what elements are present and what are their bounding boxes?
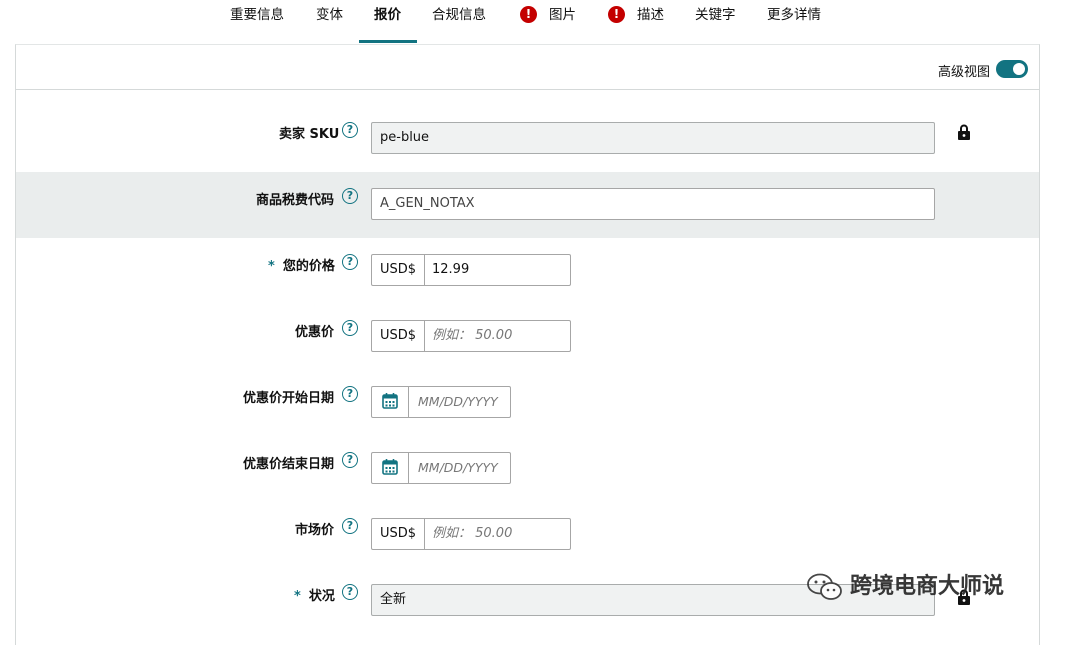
help-icon[interactable]: ? [342, 452, 358, 468]
sale-start-date-label: 优惠价开始日期 [243, 391, 335, 406]
list-price-label: 市场价 [295, 523, 335, 538]
your-price-field[interactable]: USD$ 12.99 [371, 254, 571, 286]
sale-price-label: 优惠价 [295, 325, 335, 340]
advanced-view-label: 高级视图 [938, 65, 991, 80]
offer-form-panel: 高级视图 卖家 SKU ? pe-blue 商品税费代码 ? A_GEN_NOT… [15, 44, 1040, 645]
tab-variations[interactable]: 变体 [316, 0, 343, 44]
lock-icon [958, 124, 970, 140]
tab-keywords[interactable]: 关键字 [695, 0, 736, 44]
sale-end-date-placeholder[interactable]: MM/DD/YYYY [418, 453, 498, 483]
tab-bar: 重要信息 变体 报价 合规信息 ! 图片 ! 描述 关键字 更多详情 [0, 0, 1074, 44]
help-icon[interactable]: ? [342, 254, 358, 270]
sale-start-date-field[interactable]: MM/DD/YYYY [371, 386, 511, 418]
tab-key-info[interactable]: 重要信息 [230, 0, 284, 44]
sale-start-date-placeholder[interactable]: MM/DD/YYYY [418, 387, 498, 417]
your-price-label-text: 您的价格 [282, 259, 335, 274]
sale-price-placeholder[interactable]: 例如： 50.00 [432, 321, 512, 351]
tab-description[interactable]: 描述 [637, 0, 664, 44]
currency-prefix: USD$ [372, 255, 425, 285]
toggle-knob [1013, 63, 1025, 75]
tab-offer[interactable]: 报价 [374, 0, 401, 44]
help-icon[interactable]: ? [342, 320, 358, 336]
panel-header: 高级视图 [16, 45, 1039, 90]
sale-end-date-label: 优惠价结束日期 [243, 457, 335, 472]
exclamation-circle-icon: ! [608, 6, 625, 23]
help-icon[interactable]: ? [342, 518, 358, 534]
currency-prefix: USD$ [372, 519, 425, 549]
sale-price-field[interactable]: USD$ 例如： 50.00 [371, 320, 571, 352]
tax-code-field[interactable]: A_GEN_NOTAX [371, 188, 935, 220]
seller-sku-label: 卖家 SKU [279, 127, 340, 142]
list-price-field[interactable]: USD$ 例如： 50.00 [371, 518, 571, 550]
help-icon[interactable]: ? [342, 122, 358, 138]
seller-sku-field[interactable]: pe-blue [371, 122, 935, 154]
required-marker: * [294, 589, 301, 604]
tax-code-label: 商品税费代码 [256, 193, 335, 208]
required-marker: * [268, 259, 275, 274]
advanced-view-toggle[interactable] [996, 60, 1028, 78]
watermark-text: 跨境电商大师说 [850, 574, 1005, 599]
tab-images[interactable]: 图片 [549, 0, 576, 44]
tab-compliance[interactable]: 合规信息 [432, 0, 486, 44]
your-price-label: * 您的价格 [268, 255, 335, 274]
your-price-value[interactable]: 12.99 [432, 255, 469, 285]
help-icon[interactable]: ? [342, 584, 358, 600]
condition-label: * 状况 [294, 585, 335, 604]
list-price-placeholder[interactable]: 例如： 50.00 [432, 519, 512, 549]
wechat-icon [807, 573, 842, 600]
sale-end-date-field[interactable]: MM/DD/YYYY [371, 452, 511, 484]
currency-prefix: USD$ [372, 321, 425, 351]
calendar-icon[interactable] [372, 387, 409, 417]
condition-label-text: 状况 [308, 589, 335, 604]
exclamation-circle-icon: ! [520, 6, 537, 23]
calendar-icon[interactable] [372, 453, 409, 483]
help-icon[interactable]: ? [342, 188, 358, 204]
active-tab-indicator [359, 40, 417, 43]
help-icon[interactable]: ? [342, 386, 358, 402]
tab-more-details[interactable]: 更多详情 [767, 0, 821, 44]
